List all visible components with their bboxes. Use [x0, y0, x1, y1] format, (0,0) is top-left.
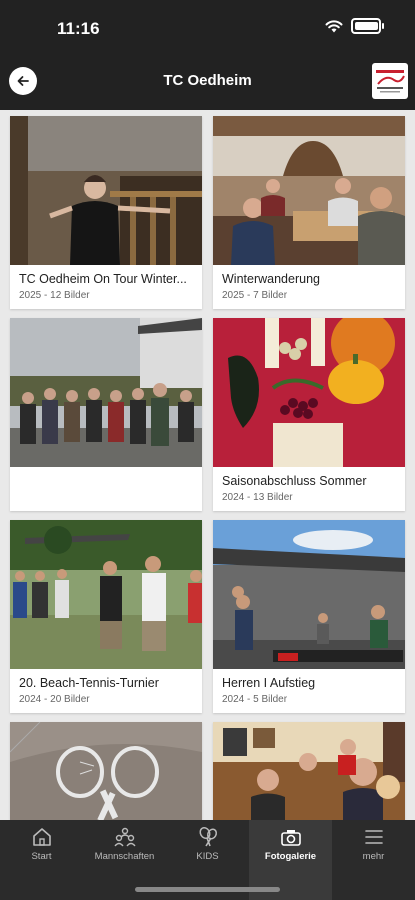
battery-icon: [351, 18, 384, 34]
album-cover-image: [213, 318, 405, 467]
gallery-card[interactable]: [213, 722, 405, 820]
club-logo-icon: [376, 70, 405, 93]
album-cover-image: [10, 722, 202, 820]
battery-level: [355, 22, 379, 30]
club-logo[interactable]: [372, 63, 408, 99]
home-icon: [33, 828, 51, 846]
tennis-rackets-icon: [199, 826, 218, 847]
app-header: TC Oedheim: [0, 54, 415, 110]
album-title: Winterwanderung: [222, 272, 320, 286]
status-time: 11:16: [57, 19, 100, 38]
page-title: TC Oedheim: [163, 72, 252, 89]
album-subtitle: 2024 - 5 Bilder: [222, 694, 288, 705]
photo-gallery: TC Oedheim On Tour Winter... 2025 - 12 B…: [0, 110, 415, 820]
tab-label: Fotogalerie: [264, 851, 317, 862]
camera-icon: [281, 830, 301, 846]
gallery-card[interactable]: Herren I Aufstieg 2024 - 5 Bilder: [213, 520, 405, 713]
teams-icon: [114, 827, 136, 847]
tab-label: mehr: [362, 851, 385, 862]
album-cover-image: [213, 116, 405, 265]
tab-mehr[interactable]: mehr: [332, 820, 415, 900]
gallery-card[interactable]: Winterwanderung 2025 - 7 Bilder: [213, 116, 405, 309]
album-subtitle: 2025 - 12 Bilder: [19, 290, 90, 301]
gallery-card[interactable]: 20. Beach-Tennis-Turnier 2024 - 20 Bilde…: [10, 520, 202, 713]
album-title: 20. Beach-Tennis-Turnier: [19, 676, 159, 690]
album-cover-image: [10, 116, 202, 265]
album-title: TC Oedheim On Tour Winter...: [19, 272, 187, 286]
album-subtitle: 2024 - 20 Bilder: [19, 694, 90, 705]
album-cover-image: [10, 520, 202, 669]
album-subtitle: 2025 - 7 Bilder: [222, 290, 288, 301]
album-cover-image: [213, 520, 405, 669]
gallery-card[interactable]: Saisonabschluss Sommer 2024 - 13 Bilder: [213, 318, 405, 511]
tab-label: KIDS: [196, 851, 219, 862]
gallery-card[interactable]: [10, 722, 202, 820]
menu-icon: [365, 830, 383, 844]
gallery-card[interactable]: [10, 318, 202, 511]
tab-start[interactable]: Start: [0, 820, 83, 900]
home-indicator: [135, 887, 280, 892]
album-cover-image: [10, 318, 202, 467]
tab-label: Start: [31, 851, 52, 862]
status-icons: [325, 18, 384, 34]
wifi-icon: [325, 19, 343, 32]
album-subtitle: 2024 - 13 Bilder: [222, 492, 293, 503]
album-title: Saisonabschluss Sommer: [222, 474, 367, 488]
status-bar: 11:16: [0, 0, 415, 54]
album-cover-image: [213, 722, 405, 820]
tab-label: Mannschaften: [94, 851, 155, 862]
album-title: Herren I Aufstieg: [222, 676, 316, 690]
gallery-card[interactable]: TC Oedheim On Tour Winter... 2025 - 12 B…: [10, 116, 202, 309]
